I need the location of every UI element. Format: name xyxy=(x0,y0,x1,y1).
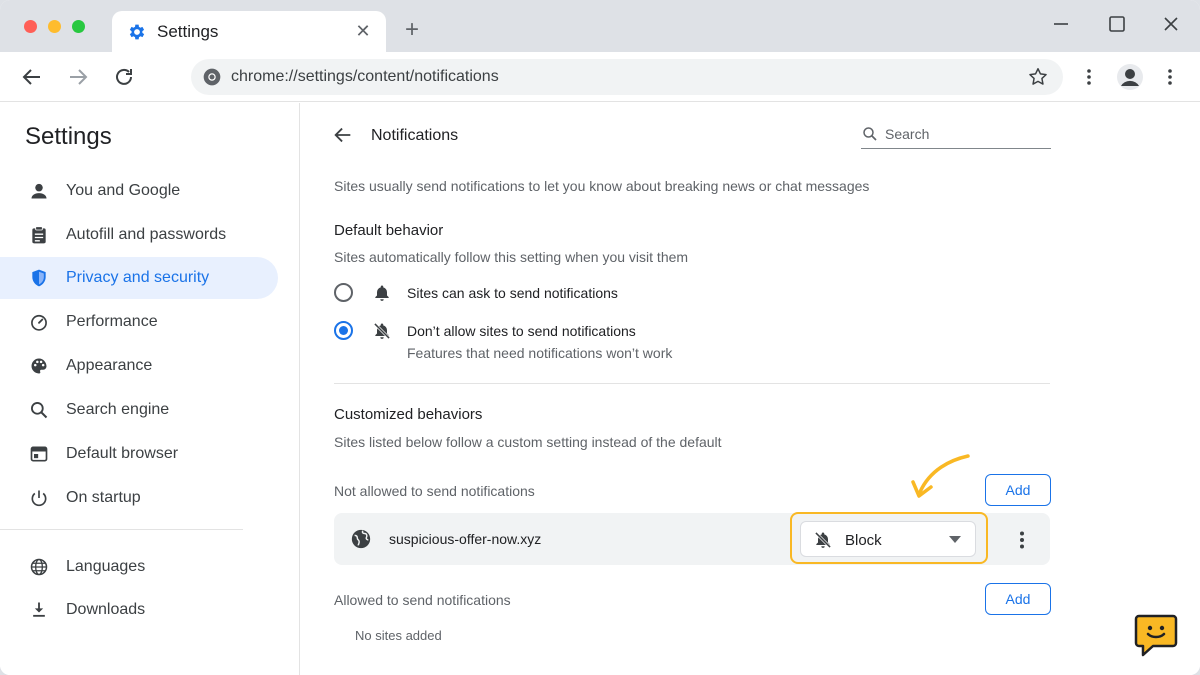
sidebar-item-languages[interactable]: Languages xyxy=(0,546,278,588)
minimize-icon[interactable] xyxy=(1049,12,1073,36)
add-blocked-site-button[interactable]: Add xyxy=(985,474,1051,506)
search-icon xyxy=(31,402,48,419)
close-icon[interactable] xyxy=(1159,12,1183,36)
minimize-window-button[interactable] xyxy=(48,20,61,33)
dropdown-caret-icon xyxy=(949,536,961,543)
site-name: suspicious-offer-now.xyz xyxy=(389,531,542,547)
radio-dont-allow[interactable] xyxy=(334,321,353,340)
sidebar-item-label: Performance xyxy=(66,313,158,330)
add-allowed-site-button[interactable]: Add xyxy=(985,583,1051,615)
palette-icon xyxy=(31,358,47,374)
bell-off-icon xyxy=(373,322,391,340)
back-arrow-icon[interactable] xyxy=(20,65,44,89)
sidebar-item-search-engine[interactable]: Search engine xyxy=(0,389,278,431)
not-allowed-label: Not allowed to send notifications xyxy=(334,483,535,499)
permission-value: Block xyxy=(845,532,882,549)
tab-settings[interactable]: Settings ✕ xyxy=(112,11,386,52)
sidebar-divider xyxy=(0,529,243,530)
speedometer-icon xyxy=(31,314,47,331)
clipboard-icon xyxy=(32,226,46,244)
annotation-arrow-icon xyxy=(911,454,970,498)
close-tab-icon[interactable]: ✕ xyxy=(352,20,374,42)
default-behavior-subtitle: Sites automatically follow this setting … xyxy=(334,249,689,265)
allowed-label: Allowed to send notifications xyxy=(334,592,511,608)
address-bar[interactable]: chrome://settings/content/notifications xyxy=(191,59,1063,95)
option-label: Sites can ask to send notifications xyxy=(407,285,618,301)
globe-icon xyxy=(351,529,371,549)
toolbar: chrome://settings/content/notifications xyxy=(0,52,1200,102)
assistant-chat-icon[interactable] xyxy=(1133,612,1179,658)
new-tab-button[interactable]: + xyxy=(400,18,424,42)
sidebar-item-label: Default browser xyxy=(66,445,179,462)
sidebar-title: Settings xyxy=(25,123,112,150)
browser-window-icon xyxy=(30,446,48,462)
tab-title: Settings xyxy=(157,22,219,41)
sidebar-item-label: Search engine xyxy=(66,401,170,418)
sidebar-item-label: On startup xyxy=(66,489,141,506)
bell-icon xyxy=(375,285,389,301)
customized-subtitle: Sites listed below follow a custom setti… xyxy=(334,434,722,450)
search-input[interactable] xyxy=(885,124,1045,144)
no-sites-text: No sites added xyxy=(355,628,442,643)
intro-text: Sites usually send notifications to let … xyxy=(334,178,870,194)
sidebar-item-default-browser[interactable]: Default browser xyxy=(0,433,278,475)
extensions-menu-icon[interactable] xyxy=(1077,65,1101,89)
profile-avatar-icon[interactable] xyxy=(1116,63,1144,91)
sidebar-item-label: Privacy and security xyxy=(66,269,210,286)
sidebar-item-privacy-security[interactable]: Privacy and security xyxy=(0,257,278,299)
download-icon xyxy=(33,602,45,617)
forward-arrow-icon[interactable] xyxy=(66,65,90,89)
close-window-button[interactable] xyxy=(24,20,37,33)
globe-icon xyxy=(30,558,48,576)
settings-sidebar: Settings You and Google Autofill and pas… xyxy=(0,103,300,675)
sidebar-item-downloads[interactable]: Downloads xyxy=(0,589,278,631)
customized-heading: Customized behaviors xyxy=(334,406,483,423)
tab-strip: Settings ✕ + xyxy=(0,0,1200,52)
settings-search[interactable] xyxy=(861,123,1051,149)
chrome-menu-icon[interactable] xyxy=(1158,65,1182,89)
sidebar-item-label: You and Google xyxy=(66,182,181,199)
sidebar-item-on-startup[interactable]: On startup xyxy=(0,477,278,519)
sidebar-item-label: Appearance xyxy=(66,357,153,374)
bell-off-icon xyxy=(814,531,832,549)
permission-dropdown[interactable]: Block xyxy=(800,521,976,557)
bookmark-star-icon[interactable] xyxy=(1027,66,1049,88)
sidebar-item-label: Autofill and passwords xyxy=(66,226,227,243)
notifications-page: Notifications Sites usually send notific… xyxy=(301,103,1200,675)
maximize-icon[interactable] xyxy=(1105,12,1129,36)
sidebar-item-label: Downloads xyxy=(66,601,146,618)
search-icon xyxy=(863,127,877,141)
sidebar-item-autofill[interactable]: Autofill and passwords xyxy=(0,214,278,256)
chrome-icon xyxy=(203,68,221,86)
url-text: chrome://settings/content/notifications xyxy=(231,68,499,85)
zoom-window-button[interactable] xyxy=(72,20,85,33)
back-arrow-icon[interactable] xyxy=(332,124,354,146)
more-actions-icon[interactable] xyxy=(1010,528,1034,552)
sidebar-item-label: Languages xyxy=(66,558,146,575)
section-divider xyxy=(334,383,1050,384)
reload-icon[interactable] xyxy=(112,65,136,89)
option-sublabel: Features that need notifications won’t w… xyxy=(407,345,673,361)
gear-icon xyxy=(129,24,145,40)
shield-icon xyxy=(32,269,46,287)
browser-window: Settings ✕ + chrome://settings/content/n… xyxy=(0,0,1200,675)
sidebar-item-you-and-google[interactable]: You and Google xyxy=(0,170,278,212)
person-icon xyxy=(31,183,47,199)
option-label: Don’t allow sites to send notifications xyxy=(407,323,636,339)
sidebar-item-appearance[interactable]: Appearance xyxy=(0,345,278,387)
power-icon xyxy=(31,490,47,507)
default-behavior-heading: Default behavior xyxy=(334,222,444,239)
blocked-site-row: suspicious-offer-now.xyz Block xyxy=(334,512,1050,565)
radio-allow-ask[interactable] xyxy=(334,283,353,302)
page-title: Notifications xyxy=(371,127,459,144)
sidebar-item-performance[interactable]: Performance xyxy=(0,301,278,343)
